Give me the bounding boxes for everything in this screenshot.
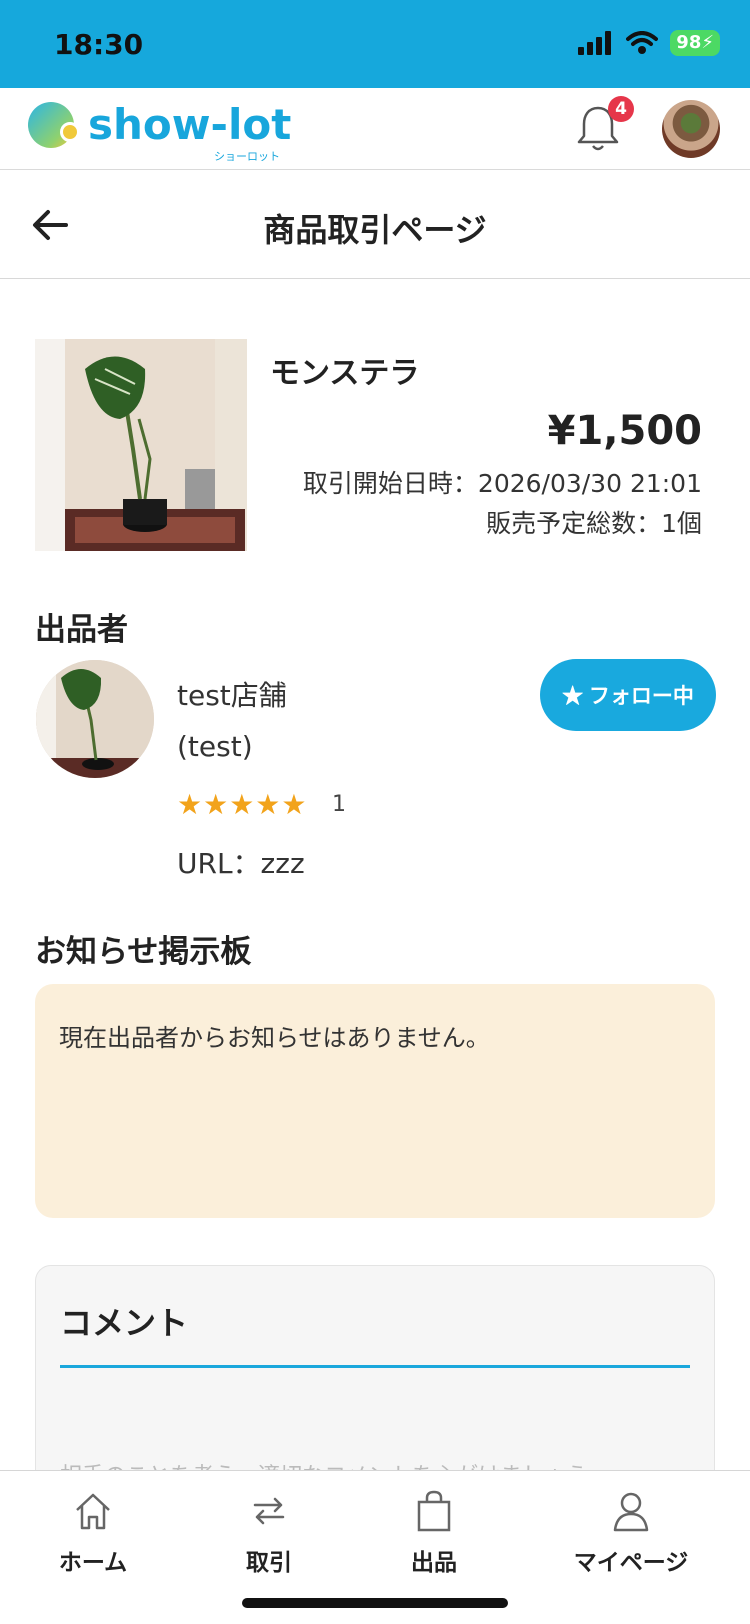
bolt-icon: ⚡ (701, 32, 714, 53)
user-avatar[interactable] (662, 100, 720, 158)
seller-id: (test) (177, 730, 253, 763)
seller-section-title: 出品者 (35, 612, 128, 648)
seller-name[interactable]: test店舗 (177, 674, 287, 714)
notice-text: 現在出品者からお知らせはありません。 (59, 1024, 490, 1052)
battery-level: 98 (676, 32, 702, 53)
trade-start-datetime: 取引開始日時：2026/03/30 21:01 (302, 469, 702, 498)
product-image[interactable] (35, 339, 247, 551)
exchange-icon (253, 1497, 285, 1525)
logo[interactable]: show-lot (28, 102, 291, 148)
logo-subtitle: ショーロット (214, 150, 280, 163)
seller-avatar[interactable] (36, 660, 154, 778)
tab-trade[interactable]: 取引 (194, 1487, 344, 1577)
bag-icon (417, 1490, 451, 1532)
notification-badge: 4 (608, 96, 634, 122)
rating-stars: ★★★★★ (177, 788, 308, 821)
app-header: show-lot ショーロット 4 (0, 88, 750, 170)
seller-photo (36, 660, 154, 778)
home-icon (76, 1493, 110, 1530)
home-indicator (242, 1598, 508, 1608)
tab-trade-label: 取引 (246, 1550, 292, 1576)
battery-indicator: 98⚡ (670, 30, 720, 56)
logo-text: show-lot (88, 100, 292, 149)
status-bar: 18:30 98⚡ (0, 0, 750, 88)
page-bar: 商品取引ページ (0, 171, 750, 279)
tab-mypage[interactable]: マイページ (556, 1487, 706, 1577)
product-photo (35, 339, 247, 551)
tab-home[interactable]: ホーム (18, 1487, 168, 1577)
tab-mypage-label: マイページ (573, 1550, 689, 1576)
comment-title: コメント (60, 1304, 189, 1342)
page-title: 商品取引ページ (263, 211, 487, 249)
signal-icon (578, 31, 612, 55)
wifi-icon (626, 31, 659, 54)
tab-sell-label: 出品 (411, 1550, 457, 1576)
status-icons: 98⚡ (578, 30, 720, 56)
tab-sell[interactable]: 出品 (359, 1487, 509, 1577)
status-time: 18:30 (54, 28, 144, 61)
follow-button[interactable]: ★ フォロー中 (540, 659, 716, 731)
tab-home-label: ホーム (58, 1550, 128, 1576)
logo-mark-icon (28, 102, 80, 148)
notice-section-title: お知らせ掲示板 (35, 934, 252, 970)
follow-button-label: ★ フォロー中 (562, 685, 694, 708)
seller-url: URL：zzz (177, 847, 305, 880)
comment-divider (60, 1365, 690, 1368)
product-name: モンステラ (270, 356, 420, 391)
notice-board: 現在出品者からお知らせはありません。 (35, 984, 715, 1218)
product-price: ¥1,500 (547, 408, 702, 454)
rating-count[interactable]: 1 (332, 792, 346, 817)
total-quantity: 販売予定総数：1個 (486, 509, 702, 538)
person-icon (613, 1492, 649, 1532)
